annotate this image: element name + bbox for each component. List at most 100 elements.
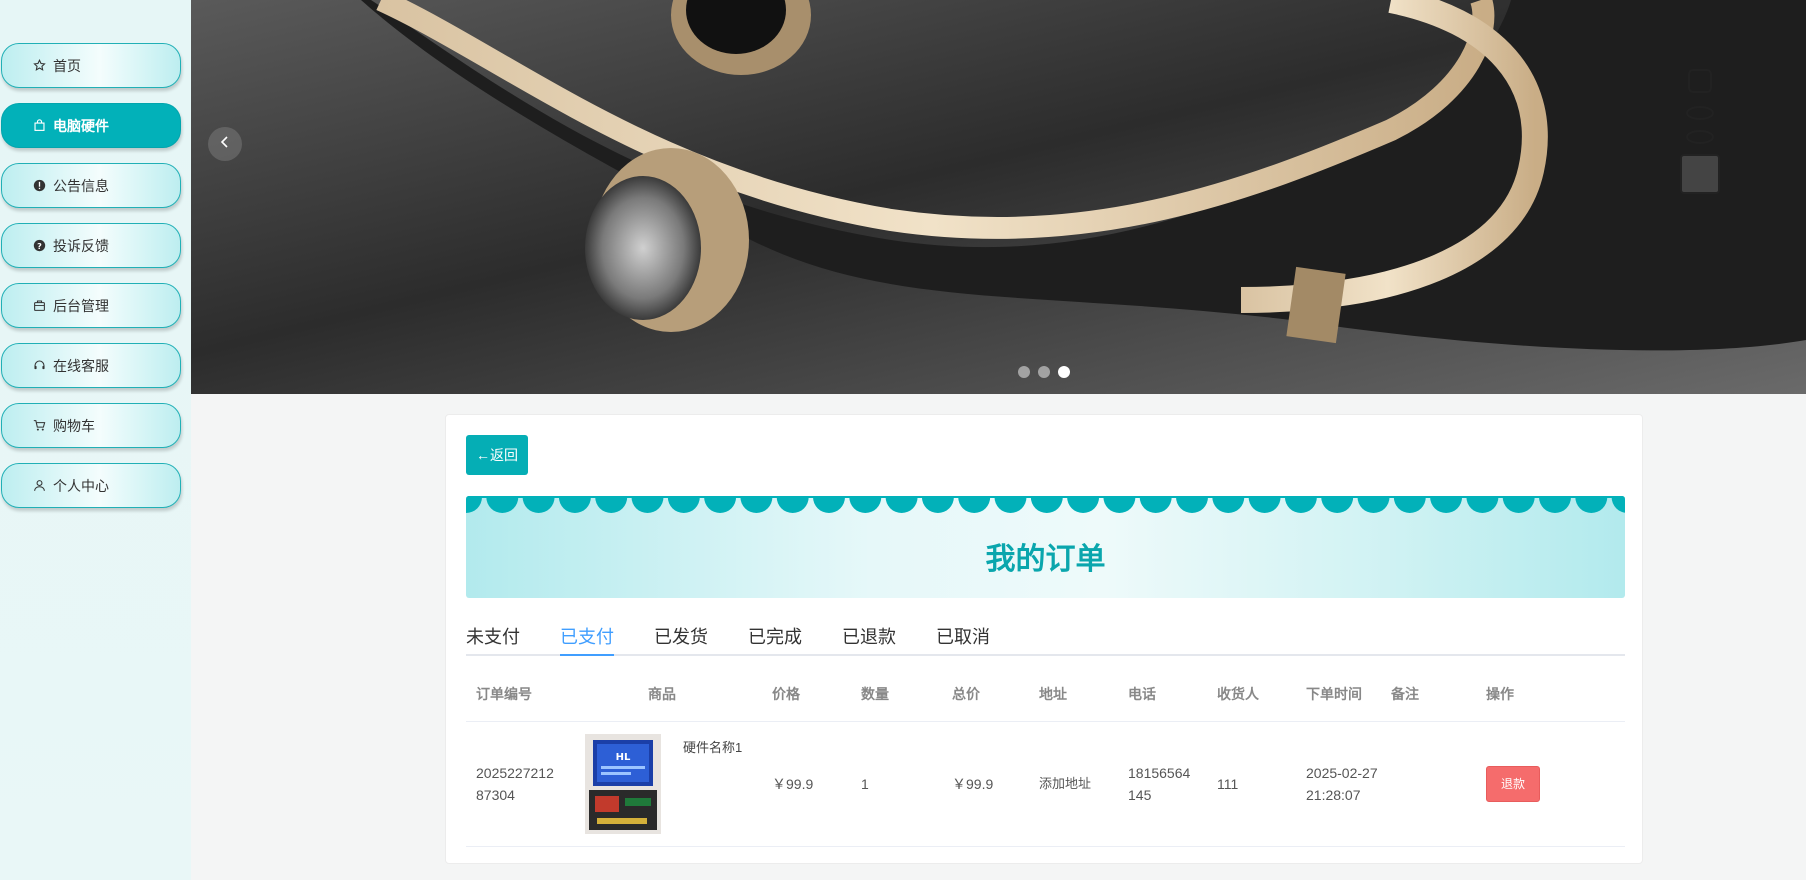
scallop <box>921 496 954 513</box>
page-title: 我的订单 <box>985 543 1106 576</box>
scallop <box>1611 496 1625 513</box>
scallop <box>1030 496 1063 513</box>
scallop <box>994 496 1027 513</box>
scallop <box>1248 496 1281 513</box>
scallop <box>667 496 700 513</box>
svg-text:?: ? <box>37 241 42 251</box>
scallop <box>740 496 773 513</box>
header-order-no: 订单编号 <box>466 667 575 722</box>
sidebar-item-feedback[interactable]: ? 投诉反馈 <box>1 223 181 268</box>
scallop <box>1176 496 1208 513</box>
scallop <box>486 496 519 513</box>
cart-icon <box>33 419 46 432</box>
carousel-dot[interactable] <box>1018 366 1030 378</box>
sidebar-item-profile[interactable]: 个人中心 <box>1 463 181 508</box>
back-button[interactable]: ←返回 <box>466 435 528 475</box>
scallop <box>1466 496 1499 513</box>
header-total: 总价 <box>942 667 1029 722</box>
sidebar-item-label: 后台管理 <box>53 297 109 314</box>
header-action: 操作 <box>1476 667 1625 722</box>
header-address: 地址 <box>1029 667 1118 722</box>
sidebar-item-label: 首页 <box>53 57 81 74</box>
scallop <box>558 496 591 513</box>
sidebar-item-label: 在线客服 <box>53 357 109 374</box>
title-banner: 我的订单 <box>466 496 1625 598</box>
sidebar-item-cart[interactable]: 购物车 <box>1 403 181 448</box>
product-thumbnail[interactable]: HL <box>585 733 661 834</box>
sidebar-item-hardware[interactable]: 电脑硬件 <box>1 103 181 148</box>
scallop <box>1212 496 1245 513</box>
scallop <box>595 496 628 513</box>
sidebar-item-announcements[interactable]: 公告信息 <box>1 163 181 208</box>
carousel-dot[interactable] <box>1038 366 1050 378</box>
sidebar-item-label: 电脑硬件 <box>53 117 109 134</box>
scallop <box>1430 496 1463 513</box>
carousel-prev-button[interactable] <box>208 127 242 161</box>
scallop <box>1575 496 1608 513</box>
scallop <box>1103 496 1136 513</box>
carousel-indicators <box>1018 366 1070 378</box>
orders-card: ←返回 我的订单 未支付 已支付 已发货 已完成 已退款 已取消 订单编号 商品… <box>445 414 1643 864</box>
refund-button[interactable]: 退款 <box>1486 765 1541 802</box>
headset-icon <box>33 359 46 372</box>
banner-carousel <box>191 0 1806 394</box>
scallop-border <box>466 496 1625 513</box>
tab-unpaid[interactable]: 未支付 <box>466 623 520 656</box>
sidebar-item-label: 购物车 <box>53 417 95 434</box>
banner-image <box>191 0 1806 394</box>
tab-paid[interactable]: 已支付 <box>560 623 614 656</box>
scallop <box>1539 496 1571 513</box>
cell-total: ￥99.9 <box>942 721 1029 847</box>
sidebar-item-admin[interactable]: 后台管理 <box>1 283 181 328</box>
cell-order-no: 202522721287304 <box>466 721 575 847</box>
sidebar-item-label: 公告信息 <box>53 177 109 194</box>
sidebar-item-label: 投诉反馈 <box>53 237 109 254</box>
question-icon: ? <box>33 239 46 252</box>
scallop <box>466 496 482 513</box>
scallop <box>1357 496 1390 513</box>
tab-shipped[interactable]: 已发货 <box>654 623 708 656</box>
carousel-dot[interactable] <box>1058 366 1070 378</box>
scallop <box>704 496 737 513</box>
table-header-row: 订单编号 商品 价格 数量 总价 地址 电话 收货人 下单时间 备注 操作 <box>466 667 1625 722</box>
scallop <box>958 496 991 513</box>
cell-receiver: 111 <box>1207 721 1296 847</box>
orders-table: 订单编号 商品 价格 数量 总价 地址 电话 收货人 下单时间 备注 操作 20… <box>466 667 1625 847</box>
header-order-time: 下单时间 <box>1296 667 1381 722</box>
header-remark: 备注 <box>1381 667 1476 722</box>
scallop <box>885 496 918 513</box>
scallop <box>1067 496 1100 513</box>
order-status-tabs: 未支付 已支付 已发货 已完成 已退款 已取消 <box>466 623 1625 656</box>
scallop <box>631 496 664 513</box>
scallop <box>776 496 809 513</box>
cell-quantity: 1 <box>851 721 942 847</box>
scallop <box>1139 496 1172 513</box>
cell-product: HL 硬件名称1 <box>575 721 762 847</box>
chevron-left-icon <box>220 135 230 153</box>
scallop <box>522 496 555 513</box>
header-receiver: 收货人 <box>1207 667 1296 722</box>
cell-phone: 18156564145 <box>1118 721 1207 847</box>
cell-action: 退款 <box>1476 721 1625 847</box>
sidebar-item-support[interactable]: 在线客服 <box>1 343 181 388</box>
tab-cancelled[interactable]: 已取消 <box>936 623 990 656</box>
tab-completed[interactable]: 已完成 <box>748 623 802 656</box>
header-quantity: 数量 <box>851 667 942 722</box>
bag-icon <box>33 119 46 132</box>
product-name[interactable]: 硬件名称1 <box>683 737 742 759</box>
alert-icon <box>33 179 46 192</box>
table-row: 202522721287304 HL 硬件名称1 ￥99.9 1 ￥99.9 添… <box>466 721 1625 847</box>
sidebar-item-label: 个人中心 <box>53 477 109 494</box>
header-product: 商品 <box>575 667 762 722</box>
tab-refunded[interactable]: 已退款 <box>842 623 896 656</box>
sidebar: 首页 电脑硬件 公告信息 ? 投诉反馈 后台管理 在线客服 购物车 个人中心 <box>0 0 191 880</box>
user-icon <box>33 479 46 492</box>
scallop <box>1284 496 1317 513</box>
scallop <box>849 496 882 513</box>
cell-price: ￥99.9 <box>762 721 851 847</box>
header-phone: 电话 <box>1118 667 1207 722</box>
sidebar-item-home[interactable]: 首页 <box>1 43 181 88</box>
header-price: 价格 <box>762 667 851 722</box>
scallop <box>813 496 845 513</box>
scallop <box>1321 496 1354 513</box>
